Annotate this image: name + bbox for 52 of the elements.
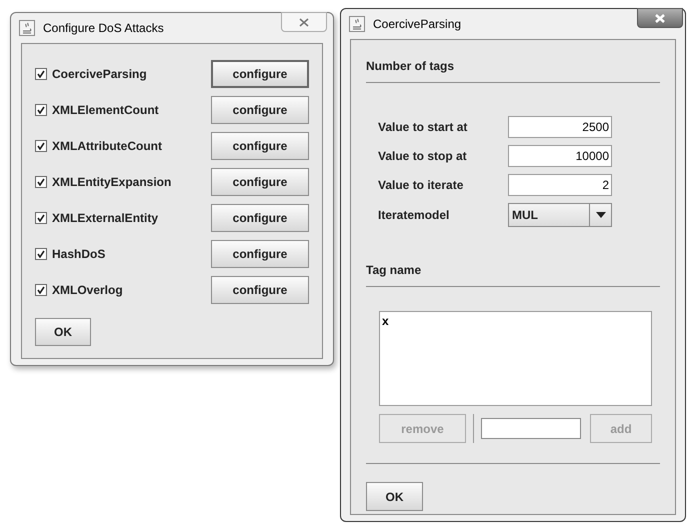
configure-button[interactable]: configure <box>211 276 309 304</box>
field-label: Value to iterate <box>378 177 464 194</box>
section-heading: Tag name <box>366 262 422 279</box>
checkbox[interactable] <box>35 140 47 152</box>
check-icon <box>37 214 45 222</box>
close-icon <box>299 18 309 26</box>
configure-button[interactable]: configure <box>211 132 309 160</box>
checkbox[interactable] <box>35 68 47 80</box>
window-title: Configure DoS Attacks <box>43 20 164 37</box>
close-icon <box>655 14 665 22</box>
field-label: Value to stop at <box>378 148 468 165</box>
checkbox[interactable] <box>35 284 47 296</box>
field-label: Iteratemodel <box>378 207 450 224</box>
tag-name-field[interactable] <box>481 418 581 439</box>
attack-label: CoerciveParsing <box>52 66 147 83</box>
java-cup-icon <box>349 16 365 32</box>
attack-label: XMLAttributeCount <box>52 138 162 155</box>
attack-label: XMLExternalEntity <box>52 210 158 227</box>
attack-label: XMLEntityExpansion <box>52 174 172 191</box>
check-icon <box>37 286 45 294</box>
attack-label: HashDoS <box>52 246 106 263</box>
configure-button[interactable]: configure <box>211 204 309 232</box>
attack-label: XMLElementCount <box>52 102 159 119</box>
dropdown-arrow-icon <box>596 212 606 218</box>
close-button[interactable] <box>281 12 327 32</box>
check-icon <box>37 142 45 150</box>
configure-button[interactable]: configure <box>211 60 309 88</box>
tag-item[interactable]: x <box>382 314 389 328</box>
number-field[interactable]: 2 <box>508 174 612 196</box>
attack-label: XMLOverlog <box>52 282 123 299</box>
close-button[interactable] <box>637 8 683 28</box>
field-label: Value to start at <box>378 119 468 136</box>
checkbox[interactable] <box>35 176 47 188</box>
window-title: CoerciveParsing <box>373 16 462 33</box>
checkbox[interactable] <box>35 248 47 260</box>
java-cup-icon <box>19 20 35 36</box>
tag-list[interactable]: x <box>379 311 652 406</box>
check-icon <box>37 250 45 258</box>
check-icon <box>37 178 45 186</box>
check-icon <box>37 70 45 78</box>
number-field[interactable]: 2500 <box>508 116 612 138</box>
configure-button[interactable]: configure <box>211 168 309 196</box>
check-icon <box>37 106 45 114</box>
configure-button[interactable]: configure <box>211 96 309 124</box>
ok-button[interactable]: OK <box>35 318 91 346</box>
number-field[interactable]: 10000 <box>508 145 612 167</box>
ok-button[interactable]: OK <box>366 482 423 511</box>
configure-button[interactable]: configure <box>211 240 309 268</box>
checkbox[interactable] <box>35 212 47 224</box>
checkbox[interactable] <box>35 104 47 116</box>
section-heading: Number of tags <box>366 58 456 75</box>
model-dropdown[interactable]: MUL <box>508 203 612 227</box>
